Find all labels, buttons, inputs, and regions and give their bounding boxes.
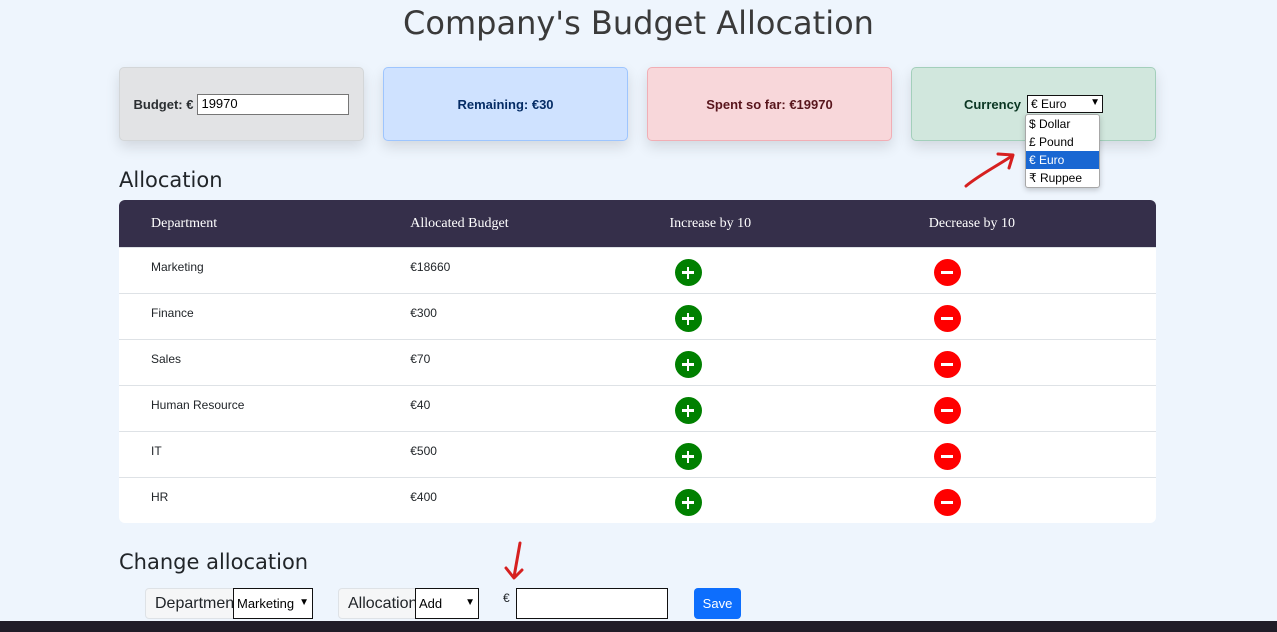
allocation-table: Department Allocated Budget Increase by …: [119, 200, 1156, 523]
currency-option-euro[interactable]: € Euro: [1026, 151, 1099, 169]
currency-option-ruppee[interactable]: ₹ Ruppee: [1026, 169, 1099, 187]
minus-icon: [941, 501, 954, 504]
amount-input[interactable]: [516, 588, 668, 619]
minus-icon: [941, 317, 954, 320]
minus-icon: [941, 271, 954, 274]
chevron-down-icon: ▼: [299, 597, 309, 608]
department-cell: Finance: [151, 306, 194, 320]
currency-sign: €: [503, 591, 510, 605]
currency-label: Currency: [963, 96, 1022, 112]
spent-text: Spent so far: €19970: [706, 96, 833, 112]
column-header-decrease: Decrease by 10: [928, 215, 1016, 231]
spent-card: Spent so far: €19970: [647, 67, 892, 141]
column-header-increase: Increase by 10: [669, 215, 752, 231]
budget-card: Budget: € 19970: [119, 67, 364, 141]
budget-cell: €500: [410, 444, 437, 458]
department-select[interactable]: Marketing ▼: [233, 588, 313, 619]
remaining-card: Remaining: €30: [383, 67, 628, 141]
budget-cell: €400: [410, 490, 437, 504]
chevron-down-icon: ▼: [1090, 97, 1101, 108]
decrease-button[interactable]: [933, 259, 961, 286]
currency-option-pound[interactable]: £ Pound: [1026, 133, 1099, 151]
chevron-down-icon: ▼: [465, 597, 475, 608]
currency-selected-value: € Euro: [1031, 97, 1067, 111]
department-cell: IT: [151, 444, 162, 458]
plus-icon: [682, 313, 694, 324]
increase-button[interactable]: [674, 489, 702, 516]
allocation-select-value: Add: [419, 596, 443, 611]
increase-button[interactable]: [674, 397, 702, 424]
taskbar: [0, 621, 1277, 632]
column-header-allocated-budget: Allocated Budget: [410, 215, 509, 231]
page-title: Company's Budget Allocation: [403, 4, 874, 42]
decrease-button[interactable]: [933, 443, 961, 470]
allocation-heading: Allocation: [119, 168, 223, 192]
plus-icon: [682, 359, 694, 370]
budget-label: Budget: €: [133, 96, 194, 112]
department-cell: Marketing: [151, 260, 204, 274]
department-select-value: Marketing: [237, 596, 295, 611]
department-cell: Human Resource: [151, 398, 245, 412]
department-label: Department: [145, 588, 239, 619]
minus-icon: [941, 455, 954, 458]
minus-icon: [941, 409, 954, 412]
plus-icon: [682, 451, 694, 462]
decrease-button[interactable]: [933, 305, 961, 332]
budget-cell: €300: [410, 306, 437, 320]
column-header-department: Department: [151, 215, 218, 231]
decrease-button[interactable]: [933, 489, 961, 516]
budget-cell: €40: [410, 398, 431, 412]
currency-select[interactable]: € Euro ▼: [1027, 95, 1104, 113]
increase-button[interactable]: [674, 305, 702, 332]
table-row: Marketing €18660: [119, 247, 1156, 293]
currency-option-dollar[interactable]: $ Dollar: [1026, 115, 1099, 133]
table-row: Human Resource €40: [119, 385, 1156, 431]
change-allocation-heading: Change allocation: [119, 550, 309, 574]
plus-icon: [682, 405, 694, 416]
budget-cell: €70: [410, 352, 431, 366]
minus-icon: [941, 363, 954, 366]
budget-cell: €18660: [410, 260, 451, 274]
budget-input[interactable]: 19970: [197, 93, 350, 115]
increase-button[interactable]: [674, 351, 702, 378]
save-button[interactable]: Save: [694, 588, 741, 619]
decrease-button[interactable]: [933, 397, 961, 424]
table-row: Finance €300: [119, 293, 1156, 339]
annotation-arrow-amount: [504, 541, 524, 580]
department-cell: Sales: [151, 352, 182, 366]
plus-icon: [682, 267, 694, 278]
decrease-button[interactable]: [933, 351, 961, 378]
increase-button[interactable]: [674, 443, 702, 470]
plus-icon: [682, 497, 694, 508]
table-row: Sales €70: [119, 339, 1156, 385]
table-header: Department Allocated Budget Increase by …: [119, 200, 1156, 247]
allocation-select[interactable]: Add ▼: [415, 588, 479, 619]
table-row: IT €500: [119, 431, 1156, 477]
increase-button[interactable]: [674, 259, 702, 286]
table-row: HR €400: [119, 477, 1156, 523]
allocation-label: Allocation: [338, 588, 417, 619]
remaining-text: Remaining: €30: [457, 96, 554, 112]
annotation-arrow-currency: [964, 152, 1015, 188]
department-cell: HR: [151, 490, 169, 504]
currency-dropdown: $ Dollar £ Pound € Euro ₹ Ruppee: [1025, 114, 1100, 188]
